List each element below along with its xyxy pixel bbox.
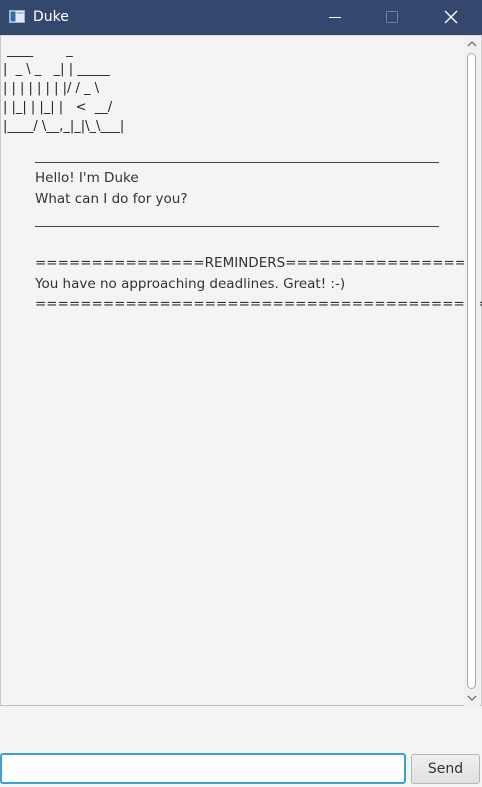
vertical-scrollbar[interactable] xyxy=(464,36,480,706)
chevron-down-icon xyxy=(467,695,477,701)
scroll-up-button[interactable] xyxy=(464,36,480,52)
minimize-icon xyxy=(329,17,341,18)
scroll-thumb[interactable] xyxy=(467,53,476,689)
title-bar[interactable]: Duke xyxy=(0,0,482,35)
greeting-line-1: Hello! I'm Duke xyxy=(35,170,139,186)
duke-ascii-logo: ____ _ | _ \ _ _| | _____ | | | | | | | … xyxy=(3,43,125,134)
minimize-button[interactable] xyxy=(312,0,358,35)
maximize-icon xyxy=(386,11,398,23)
close-icon xyxy=(444,10,458,24)
chevron-up-icon xyxy=(467,41,477,47)
reminders-header: ===============REMINDERS================ xyxy=(35,255,467,271)
reminders-message: You have no approaching deadlines. Great… xyxy=(35,276,346,292)
send-button[interactable]: Send xyxy=(411,754,480,784)
separator-top xyxy=(35,162,439,163)
reminders-footer: ======================================== xyxy=(35,296,482,312)
scroll-down-button[interactable] xyxy=(464,690,480,706)
maximize-button[interactable] xyxy=(369,0,415,35)
dialog-scroll-pane[interactable]: ____ _ | _ \ _ _| | _____ | | | | | | | … xyxy=(0,35,482,706)
separator-bottom xyxy=(35,226,439,227)
app-window-icon xyxy=(9,10,25,23)
greeting-line-2: What can I do for you? xyxy=(35,191,188,207)
app-window: Duke ____ _ | _ \ _ _| | _____ | | | | |… xyxy=(0,0,482,787)
user-input-field[interactable] xyxy=(0,753,406,784)
window-title: Duke xyxy=(33,9,69,25)
input-bar: Send xyxy=(0,706,482,787)
close-button[interactable] xyxy=(428,0,474,35)
